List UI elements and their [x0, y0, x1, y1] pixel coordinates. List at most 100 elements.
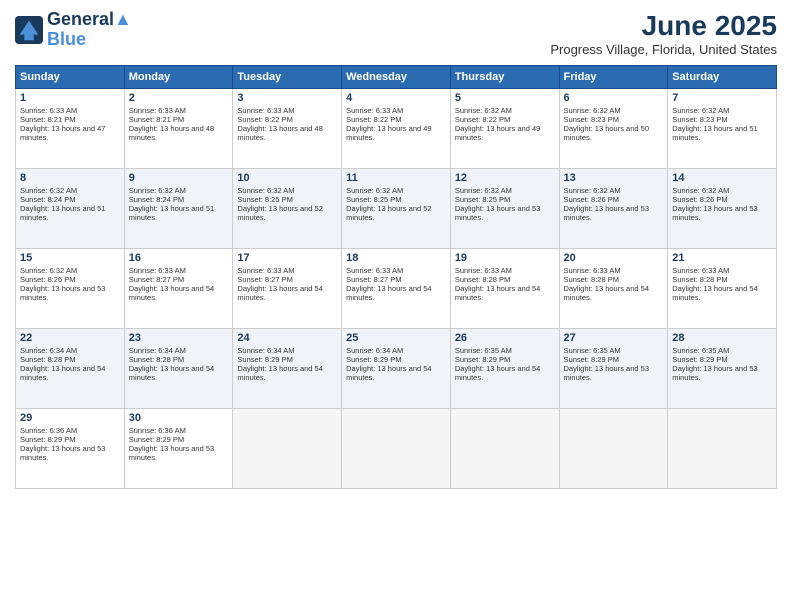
table-row: 7Sunrise: 6:32 AMSunset: 8:23 PMDaylight…: [668, 89, 777, 169]
sunrise-text: Sunrise: 6:35 AM: [564, 346, 664, 355]
table-row: 6Sunrise: 6:32 AMSunset: 8:23 PMDaylight…: [559, 89, 668, 169]
daylight-text: Daylight: 13 hours and 52 minutes.: [237, 204, 337, 222]
day-number: 16: [129, 252, 229, 264]
sunset-text: Sunset: 8:23 PM: [672, 115, 772, 124]
table-row: 8 Sunrise: 6:32 AMSunset: 8:24 PMDaylight…: [16, 169, 125, 249]
table-row: 20Sunrise: 6:33 AMSunset: 8:28 PMDayligh…: [559, 249, 668, 329]
table-row: 10 Sunrise: 6:32 AMSunset: 8:25 PMDayligh…: [233, 169, 342, 249]
table-row: [233, 409, 342, 489]
day-number: 28: [672, 332, 772, 344]
col-saturday: Saturday: [668, 66, 777, 89]
table-row: 15Sunrise: 6:32 AMSunset: 8:26 PMDayligh…: [16, 249, 125, 329]
sunset-text: Sunset: 8:29 PM: [20, 435, 120, 444]
table-row: 26Sunrise: 6:35 AMSunset: 8:29 PMDayligh…: [450, 329, 559, 409]
sunset-text: Sunset: 8:21 PM: [20, 115, 120, 124]
sunset-text: Sunset: 8:22 PM: [237, 115, 337, 124]
daylight-text: Daylight: 13 hours and 51 minutes.: [129, 204, 229, 222]
calendar-row: 8Sunrise: 6:32 AMSunset: 8:24 PMDaylight…: [16, 169, 777, 249]
day-number: 20: [564, 252, 664, 264]
daylight-text: Daylight: 13 hours and 54 minutes.: [455, 364, 555, 382]
sunset-text: Sunset: 8:29 PM: [346, 355, 446, 364]
table-row: 25Sunrise: 6:34 AMSunset: 8:29 PMDayligh…: [342, 329, 451, 409]
table-row: 16Sunrise: 6:33 AMSunset: 8:27 PMDayligh…: [124, 249, 233, 329]
table-row: [342, 409, 451, 489]
day-number: 6: [564, 92, 664, 104]
daylight-text: Daylight: 13 hours and 54 minutes.: [346, 284, 446, 302]
daylight-text: Daylight: 13 hours and 54 minutes.: [129, 364, 229, 382]
calendar-row: 22Sunrise: 6:34 AMSunset: 8:28 PMDayligh…: [16, 329, 777, 409]
sunset-text: Sunset: 8:27 PM: [346, 275, 446, 284]
day-number: 8: [20, 172, 120, 184]
table-row: [450, 409, 559, 489]
table-row: 24Sunrise: 6:34 AMSunset: 8:29 PMDayligh…: [233, 329, 342, 409]
sunset-text: Sunset: 8:25 PM: [346, 195, 446, 204]
day-number: 22: [20, 332, 120, 344]
sunrise-text: Sunrise: 6:36 AM: [20, 426, 120, 435]
day-number: 14: [672, 172, 772, 184]
table-row: 19Sunrise: 6:33 AMSunset: 8:28 PMDayligh…: [450, 249, 559, 329]
sunset-text: Sunset: 8:25 PM: [237, 195, 337, 204]
sunrise-text: Sunrise: 6:33 AM: [129, 266, 229, 275]
sunrise-text: Sunrise: 6:33 AM: [346, 266, 446, 275]
day-number: 10: [237, 172, 337, 184]
sunrise-text: Sunrise: 6:34 AM: [129, 346, 229, 355]
month-title: June 2025: [550, 10, 777, 42]
sunrise-text: Sunrise: 6:32 AM: [129, 186, 229, 195]
day-number: 23: [129, 332, 229, 344]
day-number: 17: [237, 252, 337, 264]
calendar-row: 29Sunrise: 6:36 AMSunset: 8:29 PMDayligh…: [16, 409, 777, 489]
title-block: June 2025 Progress Village, Florida, Uni…: [550, 10, 777, 57]
col-friday: Friday: [559, 66, 668, 89]
table-row: 17Sunrise: 6:33 AMSunset: 8:27 PMDayligh…: [233, 249, 342, 329]
sunset-text: Sunset: 8:28 PM: [672, 275, 772, 284]
sunset-text: Sunset: 8:21 PM: [129, 115, 229, 124]
table-row: 21Sunrise: 6:33 AMSunset: 8:28 PMDayligh…: [668, 249, 777, 329]
sunset-text: Sunset: 8:29 PM: [129, 435, 229, 444]
day-number: 25: [346, 332, 446, 344]
sunrise-text: Sunrise: 6:34 AM: [237, 346, 337, 355]
day-number: 29: [20, 412, 120, 424]
calendar-page: General▲ Blue June 2025 Progress Village…: [0, 0, 792, 612]
day-number: 21: [672, 252, 772, 264]
sunset-text: Sunset: 8:24 PM: [20, 195, 120, 204]
table-row: 29Sunrise: 6:36 AMSunset: 8:29 PMDayligh…: [16, 409, 125, 489]
day-number: 9: [129, 172, 229, 184]
day-number: 4: [346, 92, 446, 104]
sunrise-text: Sunrise: 6:32 AM: [346, 186, 446, 195]
daylight-text: Daylight: 13 hours and 53 minutes.: [564, 364, 664, 382]
sunrise-text: Sunrise: 6:33 AM: [564, 266, 664, 275]
day-number: 5: [455, 92, 555, 104]
table-row: 9Sunrise: 6:32 AMSunset: 8:24 PMDaylight…: [124, 169, 233, 249]
day-number: 30: [129, 412, 229, 424]
daylight-text: Daylight: 13 hours and 51 minutes.: [20, 204, 120, 222]
table-row: 11Sunrise: 6:32 AMSunset: 8:25 PMDayligh…: [342, 169, 451, 249]
daylight-text: Daylight: 13 hours and 54 minutes.: [455, 284, 555, 302]
daylight-text: Daylight: 13 hours and 54 minutes.: [20, 364, 120, 382]
table-row: [559, 409, 668, 489]
sunset-text: Sunset: 8:26 PM: [20, 275, 120, 284]
daylight-text: Daylight: 13 hours and 50 minutes.: [564, 124, 664, 142]
sunrise-text: Sunrise: 6:33 AM: [20, 106, 120, 115]
daylight-text: Daylight: 13 hours and 53 minutes.: [455, 204, 555, 222]
logo-text: General▲ Blue: [47, 10, 132, 50]
sunrise-text: Sunrise: 6:33 AM: [237, 106, 337, 115]
sunset-text: Sunset: 8:29 PM: [564, 355, 664, 364]
sunset-text: Sunset: 8:27 PM: [237, 275, 337, 284]
sunset-text: Sunset: 8:23 PM: [564, 115, 664, 124]
table-row: 27 Sunrise: 6:35 AMSunset: 8:29 PMDayligh…: [559, 329, 668, 409]
daylight-text: Daylight: 13 hours and 53 minutes.: [20, 284, 120, 302]
daylight-text: Daylight: 13 hours and 47 minutes.: [20, 124, 120, 142]
day-number: 13: [564, 172, 664, 184]
daylight-text: Daylight: 13 hours and 52 minutes.: [346, 204, 446, 222]
sunrise-text: Sunrise: 6:32 AM: [20, 186, 120, 195]
col-sunday: Sunday: [16, 66, 125, 89]
col-wednesday: Wednesday: [342, 66, 451, 89]
table-row: 23Sunrise: 6:34 AMSunset: 8:28 PMDayligh…: [124, 329, 233, 409]
sunrise-text: Sunrise: 6:33 AM: [672, 266, 772, 275]
table-row: 13Sunrise: 6:32 AMSunset: 8:26 PMDayligh…: [559, 169, 668, 249]
sunrise-text: Sunrise: 6:32 AM: [237, 186, 337, 195]
day-number: 27: [564, 332, 664, 344]
day-number: 18: [346, 252, 446, 264]
daylight-text: Daylight: 13 hours and 49 minutes.: [455, 124, 555, 142]
sunset-text: Sunset: 8:26 PM: [564, 195, 664, 204]
